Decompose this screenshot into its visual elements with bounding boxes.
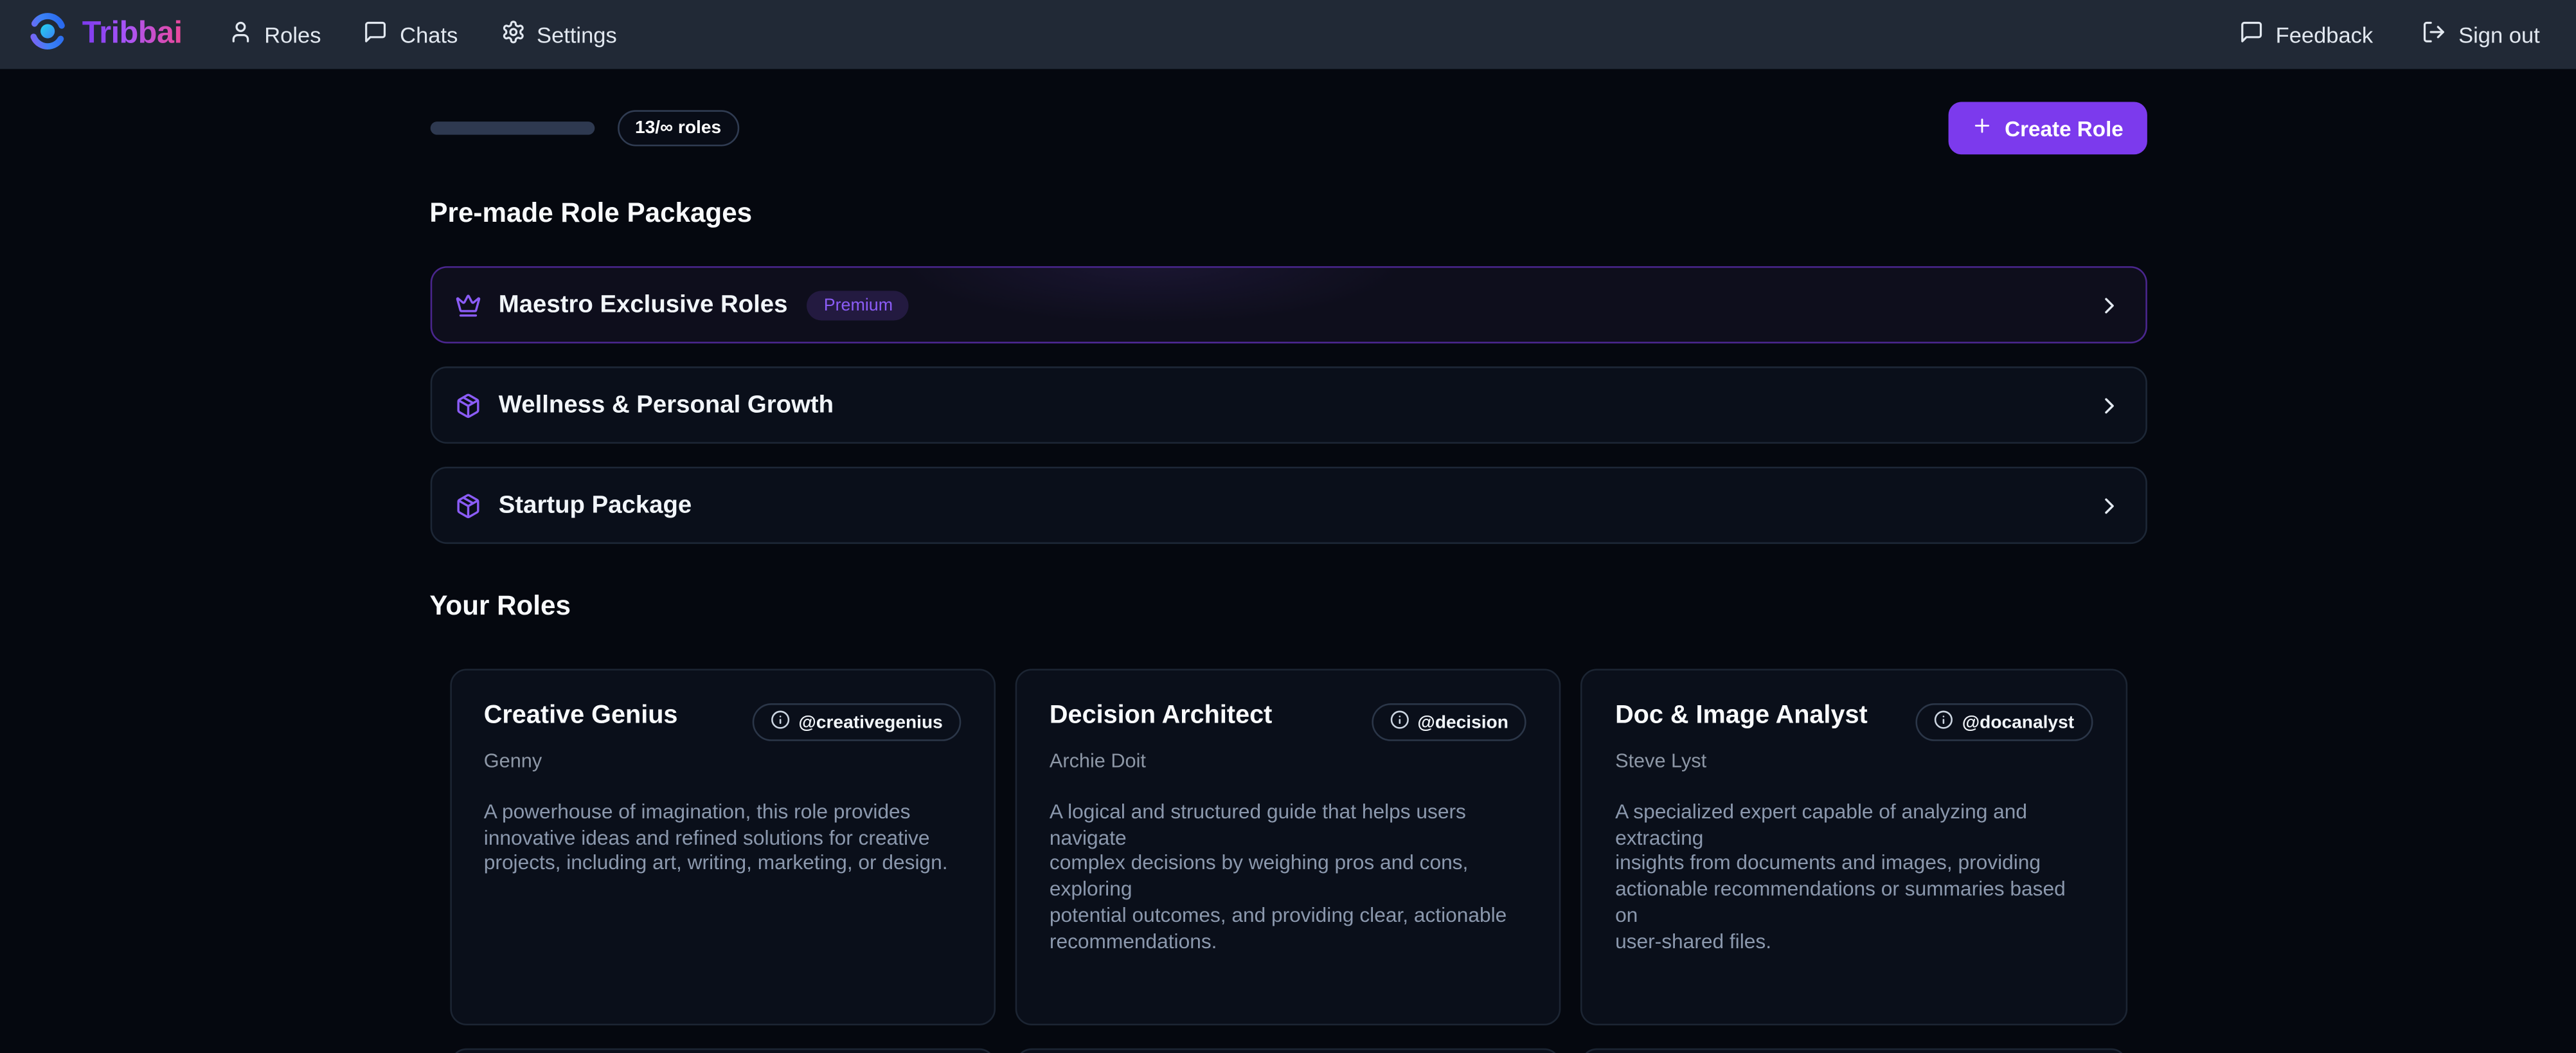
role-card-partial[interactable]	[449, 1048, 995, 1053]
role-description: A logical and structured guide that help…	[1050, 800, 1526, 955]
log-out-icon	[2422, 20, 2447, 50]
message-square-icon	[364, 20, 388, 50]
role-subtitle: Steve Lyst	[1615, 750, 2092, 773]
nav-item-settings[interactable]: Settings	[501, 20, 617, 50]
chevron-right-icon	[2095, 292, 2122, 318]
main-content: 13/∞ roles Create Role Pre-made Role Pac…	[429, 102, 2146, 1053]
feedback-label: Feedback	[2276, 22, 2374, 47]
chevron-right-icon	[2095, 392, 2122, 419]
role-handle: @decision	[1417, 712, 1508, 732]
role-title: Doc & Image Analyst	[1615, 701, 1868, 731]
roles-grid: Creative Genius @creativegenius Genny A …	[429, 669, 2146, 1025]
package-row-startup[interactable]: Startup Package	[429, 467, 2146, 544]
brand-name: Tribbai	[82, 17, 183, 53]
nav-item-label: Settings	[537, 22, 617, 47]
roles-progress-bar	[429, 122, 594, 134]
premade-packages-title: Pre-made Role Packages	[429, 199, 2146, 230]
sign-out-label: Sign out	[2458, 22, 2540, 47]
gear-icon	[501, 20, 525, 50]
chevron-right-icon	[2095, 492, 2122, 519]
role-title: Decision Architect	[1050, 701, 1272, 731]
role-description: A specialized expert capable of analyzin…	[1615, 800, 2092, 955]
create-role-label: Create Role	[2005, 116, 2124, 140]
role-card-doc-image-analyst[interactable]: Doc & Image Analyst @docanalyst Steve Ly…	[1580, 669, 2127, 1025]
nav-item-label: Chats	[400, 22, 458, 47]
role-subtitle: Archie Doit	[1050, 750, 1526, 773]
feedback-button[interactable]: Feedback	[2239, 20, 2373, 50]
card-header: Creative Genius @creativegenius	[484, 701, 961, 741]
roles-toolbar: 13/∞ roles Create Role	[429, 102, 2146, 154]
your-roles-title: Your Roles	[429, 591, 2146, 623]
sign-out-button[interactable]: Sign out	[2422, 20, 2540, 50]
roles-count-badge: 13/∞ roles	[617, 110, 739, 146]
role-card-partial[interactable]	[1015, 1048, 1561, 1053]
role-handle: @docanalyst	[1962, 712, 2074, 732]
package-title: Wellness & Personal Growth	[499, 391, 834, 419]
info-icon	[1390, 710, 1409, 734]
nav-item-chats[interactable]: Chats	[364, 20, 458, 50]
roles-grid-next-row	[429, 1048, 2146, 1053]
premium-badge: Premium	[807, 290, 909, 320]
package-icon	[454, 392, 481, 419]
role-card-partial[interactable]	[1580, 1048, 2127, 1053]
info-icon	[771, 710, 791, 734]
nav-item-label: Roles	[264, 22, 321, 47]
role-handle-badge[interactable]: @decision	[1372, 703, 1526, 741]
info-icon	[1934, 710, 1954, 734]
package-row-wellness[interactable]: Wellness & Personal Growth	[429, 366, 2146, 444]
crown-icon	[454, 292, 481, 318]
role-subtitle: Genny	[484, 750, 961, 773]
package-title: Startup Package	[499, 491, 692, 519]
card-header: Doc & Image Analyst @docanalyst	[1615, 701, 2092, 741]
plus-icon	[1972, 115, 1993, 141]
role-title: Creative Genius	[484, 701, 678, 731]
tribbai-app: Tribbai Roles Chats Settings	[0, 0, 2576, 1053]
role-card-creative-genius[interactable]: Creative Genius @creativegenius Genny A …	[449, 669, 995, 1025]
role-card-decision-architect[interactable]: Decision Architect @decision Archie Doit…	[1015, 669, 1561, 1025]
role-handle-badge[interactable]: @creativegenius	[753, 703, 961, 741]
role-handle-badge[interactable]: @docanalyst	[1916, 703, 2092, 741]
top-navbar: Tribbai Roles Chats Settings	[0, 0, 2576, 69]
primary-nav: Roles Chats Settings	[228, 20, 617, 50]
card-header: Decision Architect @decision	[1050, 701, 1526, 741]
tribbai-logo-icon	[26, 9, 69, 60]
message-square-icon	[2239, 20, 2264, 50]
nav-item-roles[interactable]: Roles	[228, 20, 321, 50]
role-handle: @creativegenius	[798, 712, 942, 732]
package-icon	[454, 492, 481, 519]
screenshot-viewport: Tribbai Roles Chats Settings	[0, 0, 2576, 1053]
package-row-maestro[interactable]: Maestro Exclusive Roles Premium	[429, 266, 2146, 343]
role-description: A powerhouse of imagination, this role p…	[484, 800, 961, 878]
nav-right-group: Feedback Sign out	[2239, 20, 2539, 50]
package-title: Maestro Exclusive Roles	[499, 291, 788, 318]
brand-logo[interactable]: Tribbai	[26, 9, 183, 60]
user-icon	[228, 20, 253, 50]
create-role-button[interactable]: Create Role	[1949, 102, 2146, 154]
